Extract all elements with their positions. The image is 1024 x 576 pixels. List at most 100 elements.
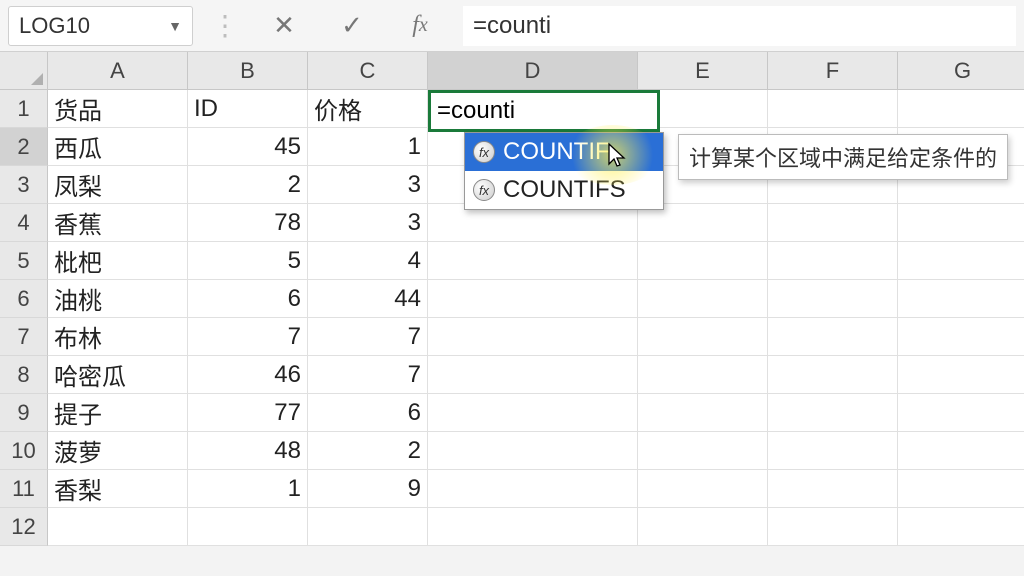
cancel-button[interactable]: ✕ [259, 6, 309, 46]
cell[interactable]: 价格 [308, 90, 428, 128]
cell[interactable] [638, 470, 768, 508]
col-header-B[interactable]: B [188, 52, 308, 90]
row-header[interactable]: 8 [0, 356, 48, 394]
row-header[interactable]: 9 [0, 394, 48, 432]
cell[interactable]: 4 [308, 242, 428, 280]
cell[interactable]: 45 [188, 128, 308, 166]
cell[interactable] [428, 432, 638, 470]
cell[interactable] [308, 508, 428, 546]
cell[interactable]: 77 [188, 394, 308, 432]
cell[interactable]: 油桃 [48, 280, 188, 318]
cell[interactable]: 6 [308, 394, 428, 432]
row-header[interactable]: 5 [0, 242, 48, 280]
cell[interactable]: 3 [308, 204, 428, 242]
cell[interactable] [428, 508, 638, 546]
cell[interactable] [898, 318, 1024, 356]
cell[interactable] [638, 318, 768, 356]
cell[interactable]: 1 [308, 128, 428, 166]
active-cell-editor[interactable]: =counti [428, 90, 660, 132]
cell[interactable]: 2 [188, 166, 308, 204]
cell[interactable] [768, 508, 898, 546]
cell[interactable]: ID [188, 90, 308, 128]
row-header[interactable]: 1 [0, 90, 48, 128]
cell[interactable]: 2 [308, 432, 428, 470]
row-header[interactable]: 11 [0, 470, 48, 508]
cell[interactable] [898, 470, 1024, 508]
col-header-G[interactable]: G [898, 52, 1024, 90]
cell[interactable] [638, 432, 768, 470]
cell[interactable] [638, 242, 768, 280]
cell[interactable] [428, 356, 638, 394]
formula-input[interactable] [463, 6, 1016, 46]
cell[interactable]: 78 [188, 204, 308, 242]
cell[interactable] [768, 470, 898, 508]
cell[interactable] [898, 242, 1024, 280]
cell[interactable]: 菠萝 [48, 432, 188, 470]
cell[interactable]: 7 [308, 356, 428, 394]
insert-function-button[interactable]: fx [395, 6, 445, 46]
cell[interactable] [768, 280, 898, 318]
cell[interactable]: 香蕉 [48, 204, 188, 242]
cell[interactable] [898, 280, 1024, 318]
cell[interactable] [48, 508, 188, 546]
cell[interactable]: 3 [308, 166, 428, 204]
col-header-F[interactable]: F [768, 52, 898, 90]
autocomplete-item[interactable]: fx COUNTIF [465, 133, 663, 171]
cell[interactable] [768, 204, 898, 242]
cell[interactable] [768, 394, 898, 432]
cell[interactable] [898, 204, 1024, 242]
cell[interactable]: 香梨 [48, 470, 188, 508]
row-header[interactable]: 7 [0, 318, 48, 356]
cell[interactable]: 46 [188, 356, 308, 394]
cell[interactable] [768, 242, 898, 280]
cell[interactable] [638, 508, 768, 546]
col-header-C[interactable]: C [308, 52, 428, 90]
select-all-corner[interactable] [0, 52, 48, 90]
cell[interactable]: 44 [308, 280, 428, 318]
cell[interactable] [428, 280, 638, 318]
cell[interactable] [898, 508, 1024, 546]
cell[interactable] [768, 90, 898, 128]
cell[interactable] [898, 356, 1024, 394]
row-header[interactable]: 3 [0, 166, 48, 204]
cell[interactable]: 5 [188, 242, 308, 280]
cell[interactable] [768, 318, 898, 356]
name-box[interactable]: LOG10 ▼ [8, 6, 193, 46]
col-header-E[interactable]: E [638, 52, 768, 90]
row-header[interactable]: 10 [0, 432, 48, 470]
cell[interactable] [898, 90, 1024, 128]
cell[interactable]: 西瓜 [48, 128, 188, 166]
row-header[interactable]: 4 [0, 204, 48, 242]
cell[interactable]: 9 [308, 470, 428, 508]
cell[interactable] [428, 470, 638, 508]
cell[interactable]: 枇杷 [48, 242, 188, 280]
spreadsheet-grid[interactable]: A B C D E F G 1 货品 ID 价格 是否已经注射 2 西瓜 45 … [0, 52, 1024, 546]
autocomplete-item[interactable]: fx COUNTIFS [465, 171, 663, 209]
cell[interactable]: 6 [188, 280, 308, 318]
cell[interactable] [638, 394, 768, 432]
cell[interactable] [428, 394, 638, 432]
cell[interactable]: 货品 [48, 90, 188, 128]
cell[interactable] [188, 508, 308, 546]
cell[interactable] [638, 356, 768, 394]
enter-button[interactable]: ✓ [327, 6, 377, 46]
cell[interactable]: 提子 [48, 394, 188, 432]
col-header-D[interactable]: D [428, 52, 638, 90]
cell[interactable] [898, 432, 1024, 470]
cell[interactable] [898, 394, 1024, 432]
cell[interactable]: 48 [188, 432, 308, 470]
cell[interactable] [768, 432, 898, 470]
cell[interactable] [638, 280, 768, 318]
cell[interactable] [768, 356, 898, 394]
cell[interactable]: 7 [308, 318, 428, 356]
cell[interactable] [428, 318, 638, 356]
cell[interactable]: 1 [188, 470, 308, 508]
row-header[interactable]: 12 [0, 508, 48, 546]
cell[interactable]: 布林 [48, 318, 188, 356]
cell[interactable] [428, 242, 638, 280]
col-header-A[interactable]: A [48, 52, 188, 90]
cell[interactable]: 哈密瓜 [48, 356, 188, 394]
cell[interactable]: 7 [188, 318, 308, 356]
row-header[interactable]: 6 [0, 280, 48, 318]
row-header[interactable]: 2 [0, 128, 48, 166]
